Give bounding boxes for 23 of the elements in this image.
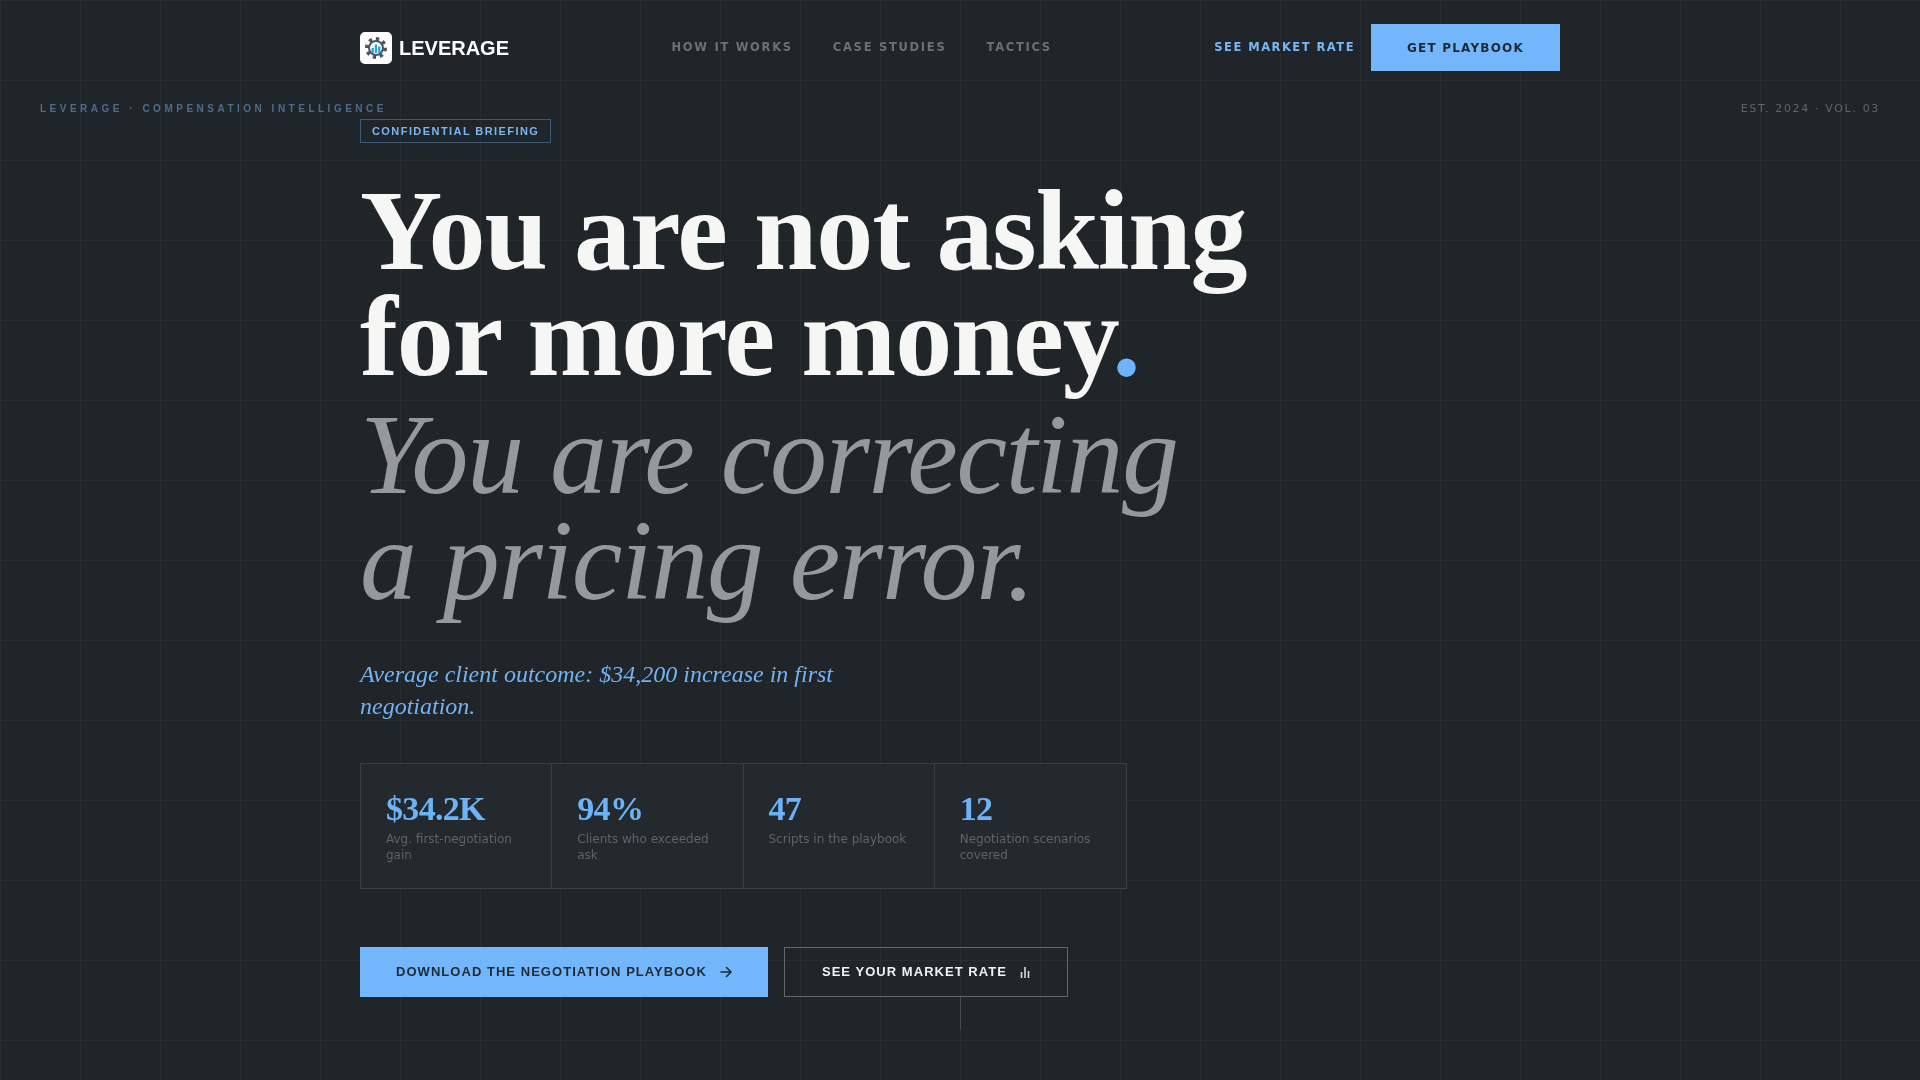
brand-link[interactable]: LEVERAGE <box>360 31 510 64</box>
secondary-cta-button[interactable]: SEE YOUR MARKET RATE <box>783 947 1068 997</box>
scroll-line <box>960 997 961 1030</box>
stat-value: $34.2K <box>386 792 487 826</box>
stat-label: Clients who exceeded ask <box>577 831 710 863</box>
tagline-label: LEVERAGE · COMPENSATION INTELLIGENCE <box>40 103 387 115</box>
primary-cta-button[interactable]: DOWNLOAD THE NEGOTIATION PLAYBOOK <box>360 947 768 997</box>
outcome-text: Average client outcome: $34,200 increase in first negotiation. <box>360 660 835 721</box>
gear-chart-icon <box>360 31 392 64</box>
bar-chart-icon <box>1019 966 1030 978</box>
stat-value: 47 <box>768 792 803 826</box>
headline: You are not asking for more money. <box>360 178 1248 402</box>
stat-value: 12 <box>959 792 994 826</box>
get-playbook-button[interactable]: GET PLAYBOOK <box>1371 24 1560 71</box>
market-rate-link[interactable]: SEE MARKET RATE <box>1214 38 1356 57</box>
edition-label: EST. 2024 · VOL. 03 <box>1740 103 1880 115</box>
stat-label: Avg. first-negotiation gain <box>386 831 513 863</box>
stat-label: Scripts in the playbook <box>768 831 908 847</box>
briefing-badge: CONFIDENTIAL BRIEFING <box>360 119 552 143</box>
headline-subline: You are correcting a pricing error. <box>360 402 1179 625</box>
stat-label: Negotiation scenarios covered <box>959 831 1092 863</box>
arrow-right-icon <box>719 966 732 978</box>
stat-value: 94% <box>577 792 645 826</box>
